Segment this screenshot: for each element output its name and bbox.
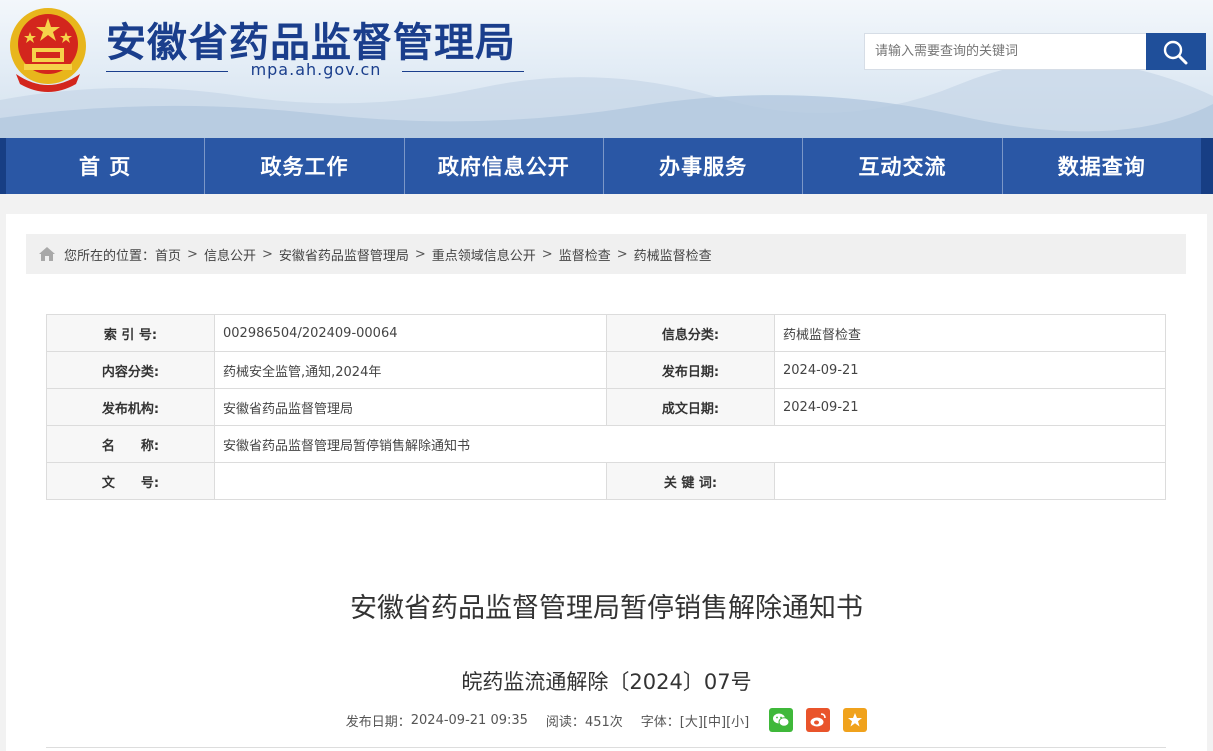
table-row: 名 称: 安徽省药品监督管理局暂停销售解除通知书 (46, 425, 1166, 463)
label-info-category: 信息分类: (606, 314, 775, 352)
breadcrumb-separator: > (541, 246, 553, 262)
breadcrumb-separator: > (616, 246, 628, 262)
domain-rule-right (402, 71, 524, 72)
label-name: 名 称: (46, 425, 215, 463)
label-keywords: 关 键 词: (606, 462, 775, 500)
table-row: 发布机构: 安徽省药品监督管理局 成文日期: 2024-09-21 (46, 388, 1166, 426)
label-publisher: 发布机构: (46, 388, 215, 426)
search-box (864, 33, 1206, 70)
breadcrumb-link-info-disclosure[interactable]: 信息公开 (204, 245, 256, 264)
views-value: 451次 (584, 714, 623, 730)
star-icon (848, 713, 863, 727)
divider (46, 747, 1166, 748)
wechat-icon (773, 713, 790, 727)
breadcrumb-separator: > (261, 246, 273, 262)
article-title: 安徽省药品监督管理局暂停销售解除通知书 (350, 593, 863, 624)
breadcrumb-link-agency[interactable]: 安徽省药品监督管理局 (279, 245, 409, 264)
publish-date-label: 发布日期： (345, 714, 411, 730)
nav-item-home[interactable]: 首 页 (6, 138, 206, 194)
nav-item-services[interactable]: 办事服务 (604, 138, 804, 194)
article-meta: 发布日期： 2024-09-21 09:35 阅读： 451次 字体： [大] … (6, 708, 1207, 732)
label-written-date: 成文日期: (606, 388, 775, 426)
publish-date-value: 2024-09-21 09:35 (410, 712, 528, 728)
value-content-category: 药械安全监管,通知,2024年 (214, 351, 607, 389)
site-domain: mpa.ah.gov.cn (106, 60, 524, 82)
info-table: 索 引 号: 002986504/202409-00064 信息分类: 药械监督… (46, 314, 1166, 500)
search-input[interactable] (864, 33, 1146, 70)
label-publish-date: 发布日期: (606, 351, 775, 389)
domain-text: mpa.ah.gov.cn (250, 60, 382, 79)
weibo-icon (810, 713, 827, 727)
font-size-small-button[interactable]: [小] (726, 711, 749, 730)
national-emblem-icon (10, 8, 86, 92)
breadcrumb-link-home[interactable]: 首页 (155, 245, 181, 264)
table-row: 文 号: 关 键 词: (46, 462, 1166, 500)
share-weibo-button[interactable] (806, 708, 831, 732)
breadcrumb-separator: > (414, 246, 426, 262)
breadcrumb-link-drug-device-inspection[interactable]: 药械监督检查 (634, 245, 712, 264)
value-info-category: 药械监督检查 (774, 314, 1166, 352)
label-index-number: 索 引 号: (46, 314, 215, 352)
label-document-number: 文 号: (46, 462, 215, 500)
nav-item-data-query[interactable]: 数据查询 (1003, 138, 1201, 194)
nav-item-government-work[interactable]: 政务工作 (205, 138, 405, 194)
article-document-number: 皖药监流通解除〔2024〕07号 (461, 670, 752, 694)
breadcrumb-separator: > (187, 246, 198, 262)
font-size-medium-button[interactable]: [中] (703, 711, 726, 730)
value-written-date: 2024-09-21 (774, 388, 1166, 426)
favorite-button[interactable] (843, 708, 868, 732)
nav-item-interaction[interactable]: 互动交流 (803, 138, 1003, 194)
value-index-number: 002986504/202409-00064 (214, 314, 607, 352)
label-content-category: 内容分类: (46, 351, 215, 389)
views-label: 阅读： (545, 714, 585, 730)
breadcrumb-link-key-areas[interactable]: 重点领域信息公开 (432, 245, 536, 264)
value-name: 安徽省药品监督管理局暂停销售解除通知书 (214, 425, 1166, 463)
breadcrumb-link-supervision[interactable]: 监督检查 (559, 245, 611, 264)
font-size-large-button[interactable]: [大] (680, 711, 703, 730)
font-size-label: 字体： (640, 714, 680, 730)
table-row: 索 引 号: 002986504/202409-00064 信息分类: 药械监督… (46, 314, 1166, 352)
breadcrumb-prefix: 您所在的位置： (64, 248, 156, 264)
breadcrumb: 您所在的位置： 首页 > 信息公开 > 安徽省药品监督管理局 > 重点领域信息公… (26, 234, 1186, 274)
share-wechat-button[interactable] (769, 708, 794, 732)
content-card: 您所在的位置： 首页 > 信息公开 > 安徽省药品监督管理局 > 重点领域信息公… (6, 214, 1207, 751)
main-nav: 首 页 政务工作 政府信息公开 办事服务 互动交流 数据查询 (0, 138, 1213, 194)
value-keywords (774, 462, 1166, 500)
nav-item-information-disclosure[interactable]: 政府信息公开 (405, 138, 604, 194)
search-icon (1163, 40, 1188, 65)
table-row: 内容分类: 药械安全监管,通知,2024年 发布日期: 2024-09-21 (46, 351, 1166, 389)
site-header: 安徽省药品监督管理局 mpa.ah.gov.cn (0, 0, 1213, 138)
domain-rule-left (106, 71, 228, 72)
search-button[interactable] (1146, 33, 1206, 70)
home-icon[interactable] (38, 246, 56, 262)
value-document-number (214, 462, 607, 500)
value-publisher: 安徽省药品监督管理局 (214, 388, 607, 426)
value-publish-date: 2024-09-21 (774, 351, 1166, 389)
